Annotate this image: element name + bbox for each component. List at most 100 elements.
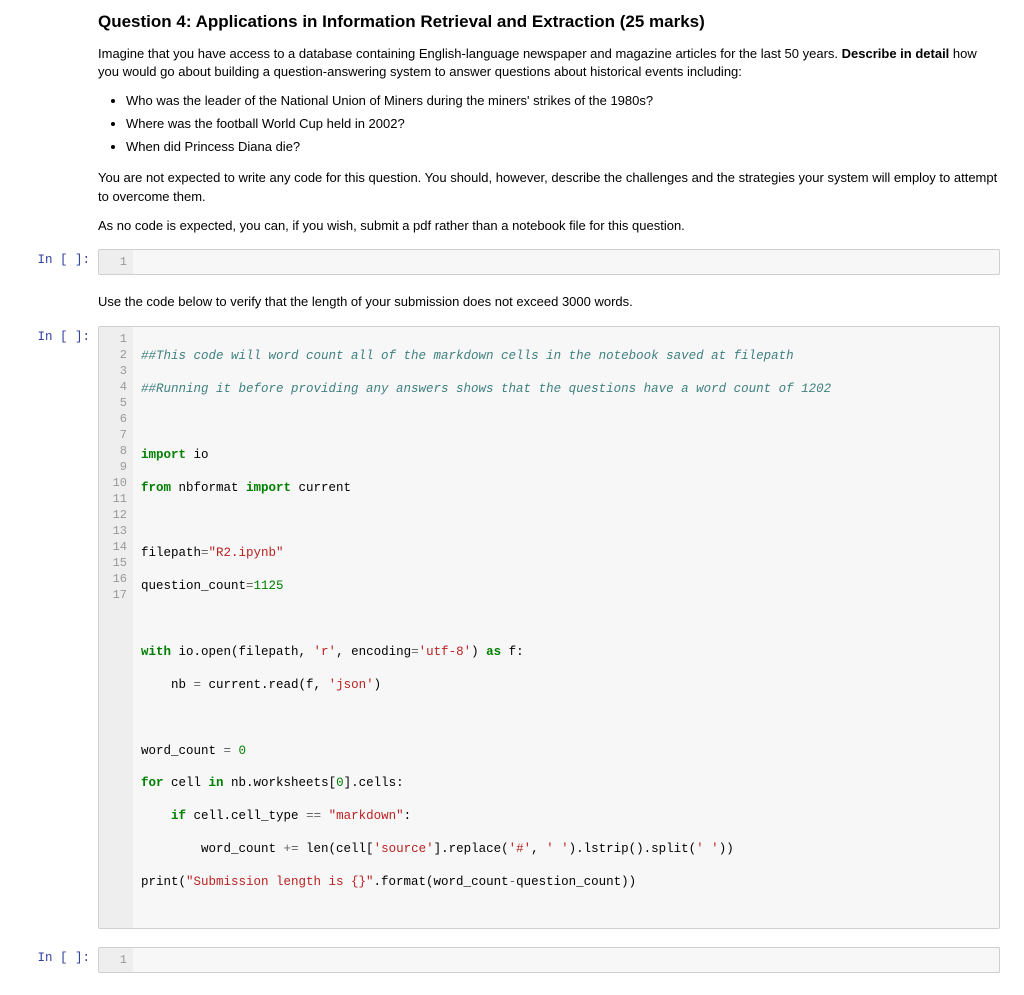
code-text: f: xyxy=(501,645,524,659)
code-input-empty[interactable]: 1 xyxy=(98,249,1000,275)
str: ' ' xyxy=(546,842,569,856)
code-text xyxy=(231,744,239,758)
str: "markdown" xyxy=(329,809,404,823)
code-comment: ##Running it before providing any answer… xyxy=(141,382,831,396)
code-cell-wordcount: In [ ]: 1 2 3 4 5 6 7 8 9 10 11 12 13 1 xyxy=(0,324,1024,931)
code-area[interactable]: ##This code will word count all of the m… xyxy=(133,327,999,928)
code-text: len(cell[ xyxy=(299,842,374,856)
line-number: 16 xyxy=(105,571,127,587)
question-heading: Question 4: Applications in Information … xyxy=(98,10,1000,35)
code-text: ) xyxy=(471,645,486,659)
markdown-body: Use the code below to verify that the le… xyxy=(98,293,1014,322)
prompt-spacer xyxy=(10,293,98,297)
paragraph-pdf-note: As no code is expected, you can, if you … xyxy=(98,217,1000,236)
code-area[interactable] xyxy=(133,250,999,274)
op: = xyxy=(411,645,419,659)
input-prompt: In [ ]: xyxy=(10,326,98,344)
line-number: 12 xyxy=(105,507,127,523)
list-item: When did Princess Diana die? xyxy=(126,138,1000,157)
code-text: ).lstrip().split( xyxy=(569,842,697,856)
str: 'utf-8' xyxy=(419,645,472,659)
line-number: 6 xyxy=(105,411,127,427)
op: = xyxy=(224,744,232,758)
code-text: print( xyxy=(141,875,186,889)
str: 'json' xyxy=(329,678,374,692)
str: 'source' xyxy=(374,842,434,856)
op: = xyxy=(194,678,202,692)
kw: from xyxy=(141,481,171,495)
code-text xyxy=(141,809,171,823)
code-text: cell.cell_type xyxy=(186,809,306,823)
code-text: current.read(f, xyxy=(201,678,329,692)
line-number: 5 xyxy=(105,395,127,411)
code-text: nbformat xyxy=(171,481,246,495)
markdown-cell-instruction: Use the code below to verify that the le… xyxy=(0,291,1024,324)
line-number: 1 xyxy=(105,331,127,347)
code-text: current xyxy=(291,481,351,495)
code-input[interactable]: 1 2 3 4 5 6 7 8 9 10 11 12 13 14 15 16 1 xyxy=(98,326,1000,929)
code-input-empty[interactable]: 1 xyxy=(98,947,1000,973)
str: "Submission length is {}" xyxy=(186,875,374,889)
paragraph-challenges: You are not expected to write any code f… xyxy=(98,169,1000,207)
line-number: 2 xyxy=(105,347,127,363)
code-text: .format(word_count xyxy=(374,875,509,889)
line-number: 17 xyxy=(105,587,127,603)
list-item: Where was the football World Cup held in… xyxy=(126,115,1000,134)
code-area[interactable] xyxy=(133,948,999,972)
code-text: question_count)) xyxy=(516,875,636,889)
kw: import xyxy=(246,481,291,495)
code-text: filepath xyxy=(141,546,201,560)
input-prompt: In [ ]: xyxy=(10,947,98,965)
code-text: , encoding xyxy=(336,645,411,659)
kw: with xyxy=(141,645,171,659)
op: = xyxy=(201,546,209,560)
line-number: 9 xyxy=(105,459,127,475)
markdown-cell-question: Question 4: Applications in Information … xyxy=(0,8,1024,247)
line-number: 7 xyxy=(105,427,127,443)
num: 0 xyxy=(336,776,344,790)
str: ' ' xyxy=(696,842,719,856)
line-number: 11 xyxy=(105,491,127,507)
line-number: 13 xyxy=(105,523,127,539)
code-text: cell xyxy=(164,776,209,790)
intro-paragraph: Imagine that you have access to a databa… xyxy=(98,45,1000,83)
str: "R2.ipynb" xyxy=(209,546,284,560)
num: 1125 xyxy=(254,579,284,593)
code-text: ].replace( xyxy=(434,842,509,856)
code-cell-empty-2: In [ ]: 1 xyxy=(0,945,1024,975)
input-prompt: In [ ]: xyxy=(10,249,98,267)
code-cell-empty-1: In [ ]: 1 xyxy=(0,247,1024,277)
kw: if xyxy=(171,809,186,823)
code-text: )) xyxy=(719,842,734,856)
line-number: 10 xyxy=(105,475,127,491)
verify-instruction: Use the code below to verify that the le… xyxy=(98,293,1000,312)
line-number: 14 xyxy=(105,539,127,555)
code-text: nb.worksheets[ xyxy=(224,776,337,790)
code-comment: ##This code will word count all of the m… xyxy=(141,349,794,363)
line-number: 1 xyxy=(105,952,127,968)
code-text: io.open(filepath, xyxy=(171,645,314,659)
op: = xyxy=(246,579,254,593)
notebook-container: Question 4: Applications in Information … xyxy=(0,0,1024,995)
kw: in xyxy=(209,776,224,790)
kw: as xyxy=(486,645,501,659)
code-text: question_count xyxy=(141,579,246,593)
intro-bold: Describe in detail xyxy=(842,46,950,61)
line-gutter: 1 2 3 4 5 6 7 8 9 10 11 12 13 14 15 16 1 xyxy=(99,327,133,928)
code-text: nb xyxy=(141,678,194,692)
line-number: 15 xyxy=(105,555,127,571)
line-number: 4 xyxy=(105,379,127,395)
line-number: 8 xyxy=(105,443,127,459)
str: 'r' xyxy=(314,645,337,659)
line-number: 1 xyxy=(105,254,127,270)
line-gutter: 1 xyxy=(99,948,133,972)
str: '#' xyxy=(509,842,532,856)
num: 0 xyxy=(239,744,247,758)
code-text: : xyxy=(404,809,412,823)
op: += xyxy=(284,842,299,856)
example-questions-list: Who was the leader of the National Union… xyxy=(98,92,1000,157)
kw: import xyxy=(141,448,186,462)
code-text: ) xyxy=(374,678,382,692)
line-number: 3 xyxy=(105,363,127,379)
code-text: io xyxy=(186,448,209,462)
